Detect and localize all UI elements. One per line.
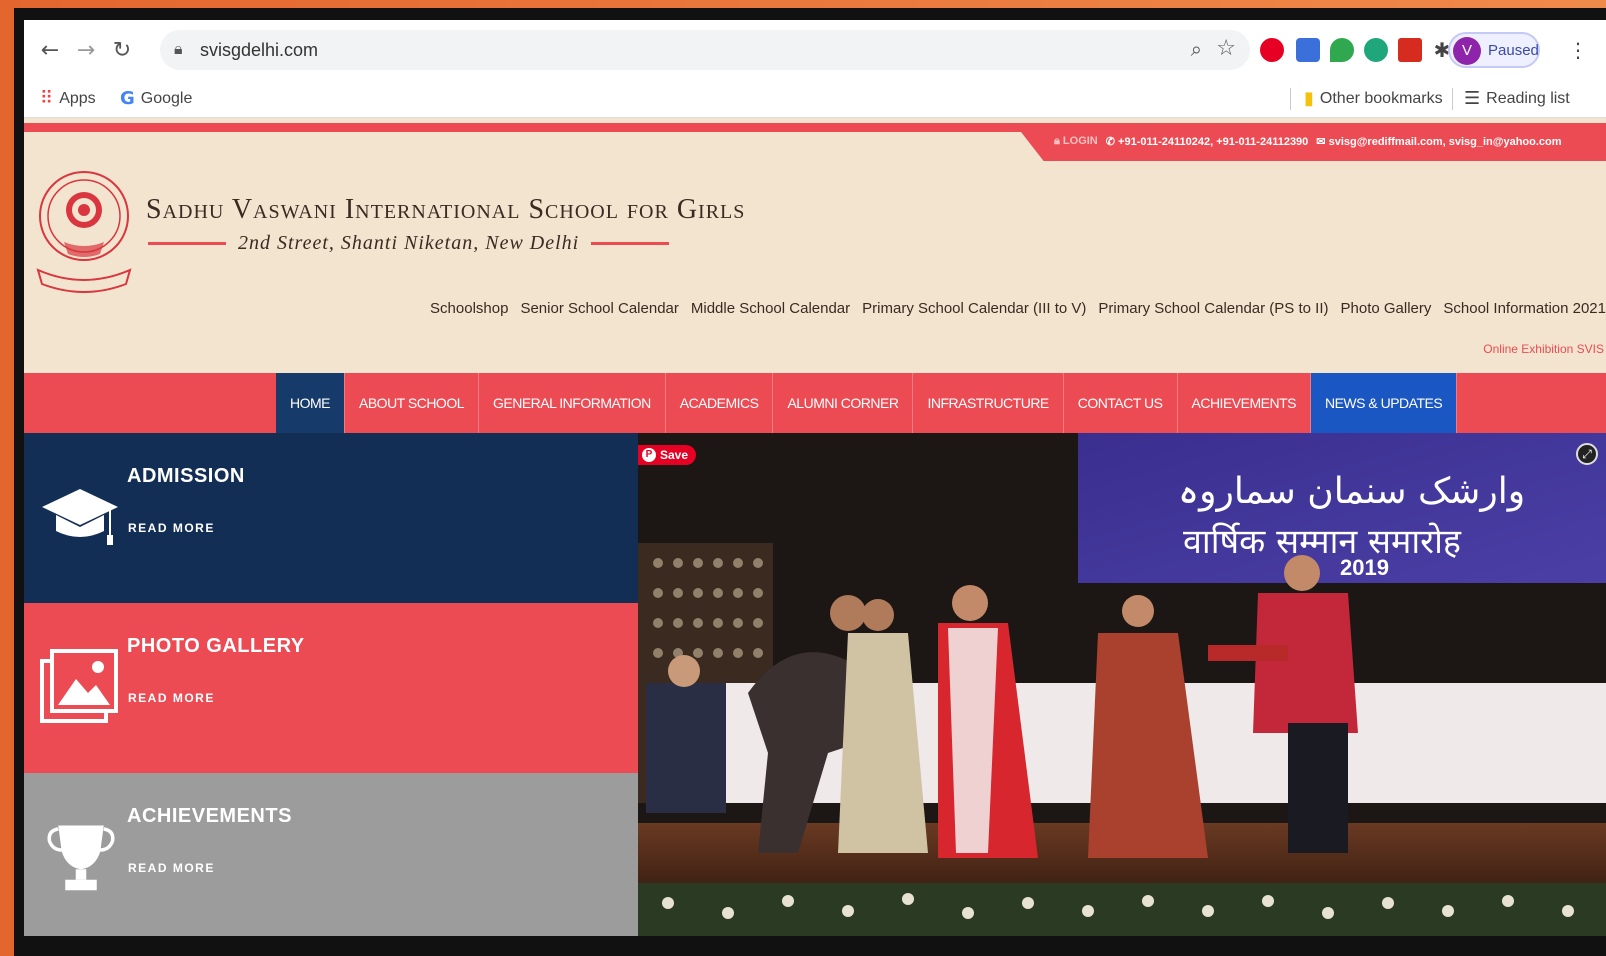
reload-icon[interactable]: ↻ (108, 36, 136, 64)
grammarly-extension-icon[interactable] (1364, 38, 1388, 62)
map-pin-extension-icon[interactable] (1330, 38, 1354, 62)
profile-button[interactable]: V Paused (1448, 32, 1540, 68)
tile-achievements[interactable]: ACHIEVEMENTS READ MORE (24, 773, 638, 936)
bookmark-label: Apps (59, 89, 96, 107)
graduation-cap-icon (42, 489, 118, 545)
school-address-row: 2nd Street, Shanti Niketan, New Delhi (148, 230, 670, 256)
bookmarks-bar: ⠿ Apps G Google ▮ Other bookmarks ☰ Read… (24, 80, 1606, 118)
bookmark-reading-list[interactable]: ☰ Reading list (1464, 88, 1570, 109)
forward-arrow-icon[interactable]: → (72, 36, 100, 64)
bookmark-separator (1452, 88, 1453, 110)
profile-status: Paused (1488, 42, 1539, 59)
bookmark-apps[interactable]: ⠿ Apps (40, 88, 96, 109)
nav-home[interactable]: HOME (276, 373, 345, 433)
link-senior-calendar[interactable]: Senior School Calendar (520, 300, 678, 317)
quick-links: Schoolshop Senior School Calendar Middle… (430, 300, 1606, 317)
email-addresses[interactable]: ✉ svisg@rediffmail.com, svisg_in@yahoo.c… (1316, 135, 1561, 148)
read-more-link[interactable]: READ MORE (128, 521, 215, 535)
apps-grid-icon: ⠿ (40, 88, 54, 109)
folder-icon: ▮ (1304, 88, 1314, 109)
phone-numbers: ✆ +91-011-24110242, +91-011-24112390 (1105, 136, 1309, 148)
reading-list-icon: ☰ (1464, 88, 1481, 109)
tile-photo-gallery[interactable]: PHOTO GALLERY READ MORE (24, 603, 638, 773)
url-text: svisgdelhi.com (200, 40, 319, 60)
main-navbar: HOME ABOUT SCHOOL GENERAL INFORMATION AC… (24, 373, 1606, 433)
nav-alumni-corner[interactable]: ALUMNI CORNER (773, 373, 914, 433)
school-website: 🔒︎ LOGIN ✆ +91-011-24110242, +91-011-241… (24, 118, 1606, 936)
pinterest-save-button[interactable]: P Save (638, 445, 697, 465)
link-middle-calendar[interactable]: Middle School Calendar (691, 300, 850, 317)
tile-title: ACHIEVEMENTS (127, 805, 292, 827)
link-school-information[interactable]: School Information 2021 (1443, 300, 1606, 317)
back-arrow-icon[interactable]: ← (36, 36, 64, 64)
link-schoolshop[interactable]: Schoolshop (430, 300, 508, 317)
bookmark-label: Other bookmarks (1319, 89, 1443, 107)
link-primary-calendar-iii-v[interactable]: Primary School Calendar (III to V) (862, 300, 1086, 317)
event-photo: P Save وارشک سنمان سماروہ वार्षिक सम्मान… (638, 433, 1606, 936)
read-more-link[interactable]: READ MORE (128, 861, 215, 875)
bookmark-separator (1290, 88, 1291, 110)
read-more-link[interactable]: READ MORE (128, 691, 215, 705)
school-name: Sadhu Vaswani International School for G… (146, 194, 746, 225)
banner-year: 2019 (1340, 555, 1389, 580)
avatar: V (1453, 37, 1481, 65)
school-address: 2nd Street, Shanti Niketan, New Delhi (238, 231, 580, 254)
link-photo-gallery[interactable]: Photo Gallery (1341, 300, 1432, 317)
expand-icon[interactable]: ⤢ (1576, 443, 1598, 465)
bookmark-label: Google (140, 89, 193, 107)
bookmark-star-icon[interactable]: ☆ (1216, 36, 1236, 61)
nav-contact-us[interactable]: CONTACT US (1064, 373, 1178, 433)
login-link[interactable]: 🔒︎ LOGIN (1054, 135, 1098, 148)
tile-admission[interactable]: ADMISSION READ MORE (24, 433, 638, 603)
zoom-icon[interactable]: ⌕ (1191, 37, 1202, 61)
school-logo[interactable] (34, 158, 134, 294)
banner-urdu-text: وارشک سنمان سماروہ (1178, 471, 1526, 512)
bookmark-google[interactable]: G Google (120, 88, 192, 109)
trophy-icon (47, 825, 115, 891)
kebab-menu-icon[interactable]: ⋮ (1564, 36, 1592, 64)
address-bar[interactable]: 🔒︎ svisgdelhi.com ⌕ ☆ (160, 30, 1250, 70)
pinterest-icon: P (642, 448, 656, 462)
tile-title: ADMISSION (127, 465, 245, 487)
nav-about-school[interactable]: ABOUT SCHOOL (345, 373, 479, 433)
nav-general-information[interactable]: GENERAL INFORMATION (479, 373, 666, 433)
bookmark-other[interactable]: ▮ Other bookmarks (1304, 88, 1443, 109)
nav-news-updates[interactable]: NEWS & UPDATES (1310, 373, 1458, 433)
tile-title: PHOTO GALLERY (127, 635, 305, 657)
link-online-exhibition[interactable]: Online Exhibition SVIS (1483, 342, 1604, 356)
google-g-icon: G (120, 88, 135, 109)
pdf-extension-icon[interactable] (1398, 38, 1422, 62)
pinterest-extension-icon[interactable] (1260, 38, 1284, 62)
divider (148, 241, 226, 245)
banner-hindi-text: वार्षिक सम्मान समारोह (1183, 522, 1461, 562)
nav-infrastructure[interactable]: INFRASTRUCTURE (913, 373, 1064, 433)
screen-frame: ← → ↻ 🔒︎ svisgdelhi.com ⌕ ☆ ✱ V Paused ⋮… (14, 8, 1606, 956)
photo-gallery-icon (40, 649, 118, 723)
lock-icon: 🔒︎ (174, 39, 183, 58)
nav-academics[interactable]: ACADEMICS (666, 373, 774, 433)
divider (591, 241, 670, 245)
bookmark-label: Reading list (1486, 89, 1570, 107)
browser-toolbar: ← → ↻ 🔒︎ svisgdelhi.com ⌕ ☆ ✱ V Paused ⋮ (24, 20, 1606, 80)
save-label: Save (660, 448, 689, 462)
nav-achievements[interactable]: ACHIEVEMENTS (1178, 373, 1311, 433)
contact-topbar: 🔒︎ LOGIN ✆ +91-011-24110242, +91-011-241… (1014, 123, 1606, 161)
extension-icon[interactable] (1296, 38, 1320, 62)
link-primary-calendar-ps-ii[interactable]: Primary School Calendar (PS to II) (1098, 300, 1328, 317)
